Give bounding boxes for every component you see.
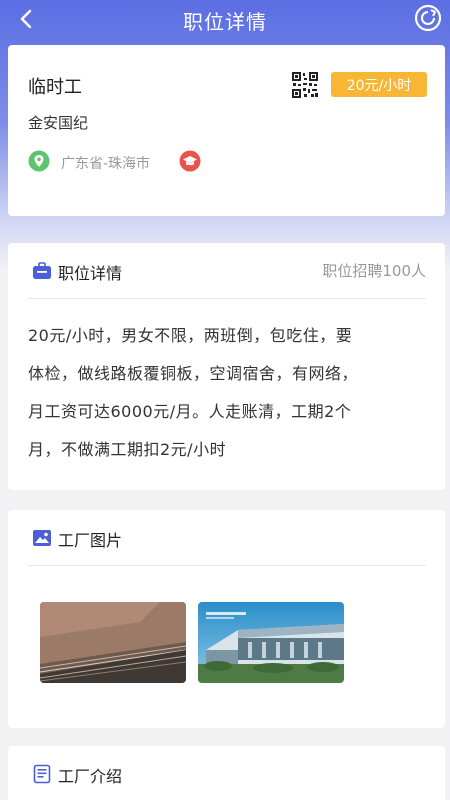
company-name: 金安国纪: [28, 114, 89, 132]
description-line: 月，不做满工期扣2元/小时: [28, 440, 227, 459]
refresh-icon[interactable]: [414, 4, 442, 32]
detail-section-title: 职位详情: [58, 264, 123, 283]
qr-code-icon[interactable]: [291, 71, 319, 99]
headcount-text: 职位招聘100人: [322, 262, 426, 280]
photos-section-title: 工厂图片: [58, 531, 123, 550]
job-detail-card: 职位详情 职位招聘100人 20元/小时，男女不限，两班倒，包吃住，要 体检，做…: [8, 243, 445, 490]
image-icon: [33, 530, 51, 546]
copper-clad-laminate-photo[interactable]: [40, 602, 186, 683]
job-summary-card: 临时工 金安国纪 20元/小时 广东省-珠海市: [8, 45, 445, 216]
factory-building-photo[interactable]: [198, 602, 344, 683]
description-line: 月工资可达6000元/月。人走账清，工期2个: [28, 402, 352, 421]
photos-section-header: 工厂图片: [28, 510, 426, 566]
top-bar: 职位详情: [0, 0, 450, 40]
chevron-left-icon: [20, 9, 32, 29]
intro-section-title: 工厂介绍: [58, 767, 123, 786]
page-title: 职位详情: [183, 9, 267, 34]
job-location: 广东省-珠海市: [61, 156, 151, 172]
factory-intro-card: 工厂介绍: [8, 746, 445, 800]
location-pin-icon: [28, 150, 50, 172]
factory-image: [198, 602, 344, 683]
salary-badge: 20元/小时: [331, 72, 427, 97]
description-line: 体检，做线路板覆铜板，空调宿舍，有网络，: [28, 364, 359, 383]
job-description: 20元/小时，男女不限，两班倒，包吃住，要 体检，做线路板覆铜板，空调宿舍，有网…: [28, 317, 426, 469]
graduation-cap-icon: [179, 150, 201, 172]
back-button[interactable]: [14, 6, 38, 32]
job-title: 临时工: [28, 77, 82, 98]
factory-photos-card: 工厂图片: [8, 510, 445, 728]
intro-section-header: 工厂介绍: [28, 746, 426, 800]
description-line: 20元/小时，男女不限，两班倒，包吃住，要: [28, 326, 353, 345]
laminate-image: [40, 602, 186, 683]
document-icon: [33, 764, 51, 784]
detail-section-header: 职位详情 职位招聘100人: [28, 243, 426, 299]
briefcase-icon: [33, 262, 51, 279]
